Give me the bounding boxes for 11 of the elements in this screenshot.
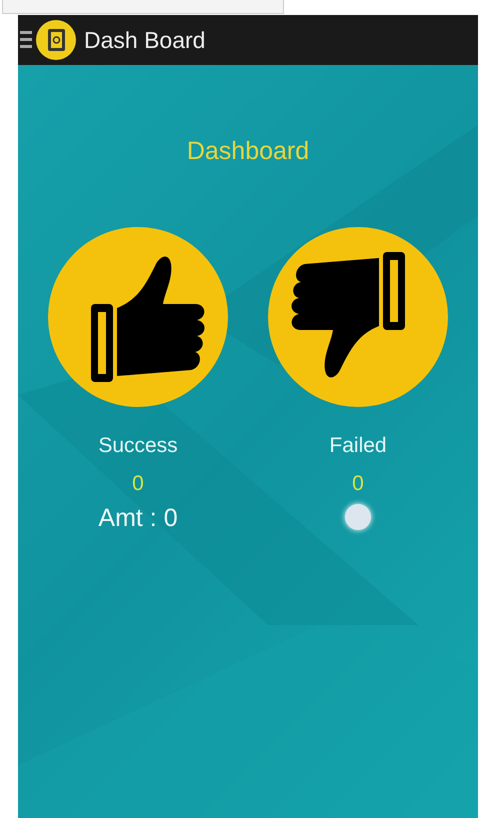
thumbs-down-icon[interactable] — [267, 226, 449, 408]
status-label: Success — [98, 434, 178, 458]
thumbs-up-icon[interactable] — [47, 226, 229, 408]
touch-indicator — [345, 504, 371, 530]
menu-icon[interactable] — [20, 29, 32, 51]
status-label: Failed — [329, 434, 387, 458]
dashboard-heading: Dashboard — [186, 137, 310, 166]
app-title: Dash Board — [84, 26, 206, 54]
count-value: 0 — [132, 472, 144, 496]
count-value: 0 — [352, 472, 364, 496]
amount-text: Amt : 0 — [98, 504, 178, 533]
